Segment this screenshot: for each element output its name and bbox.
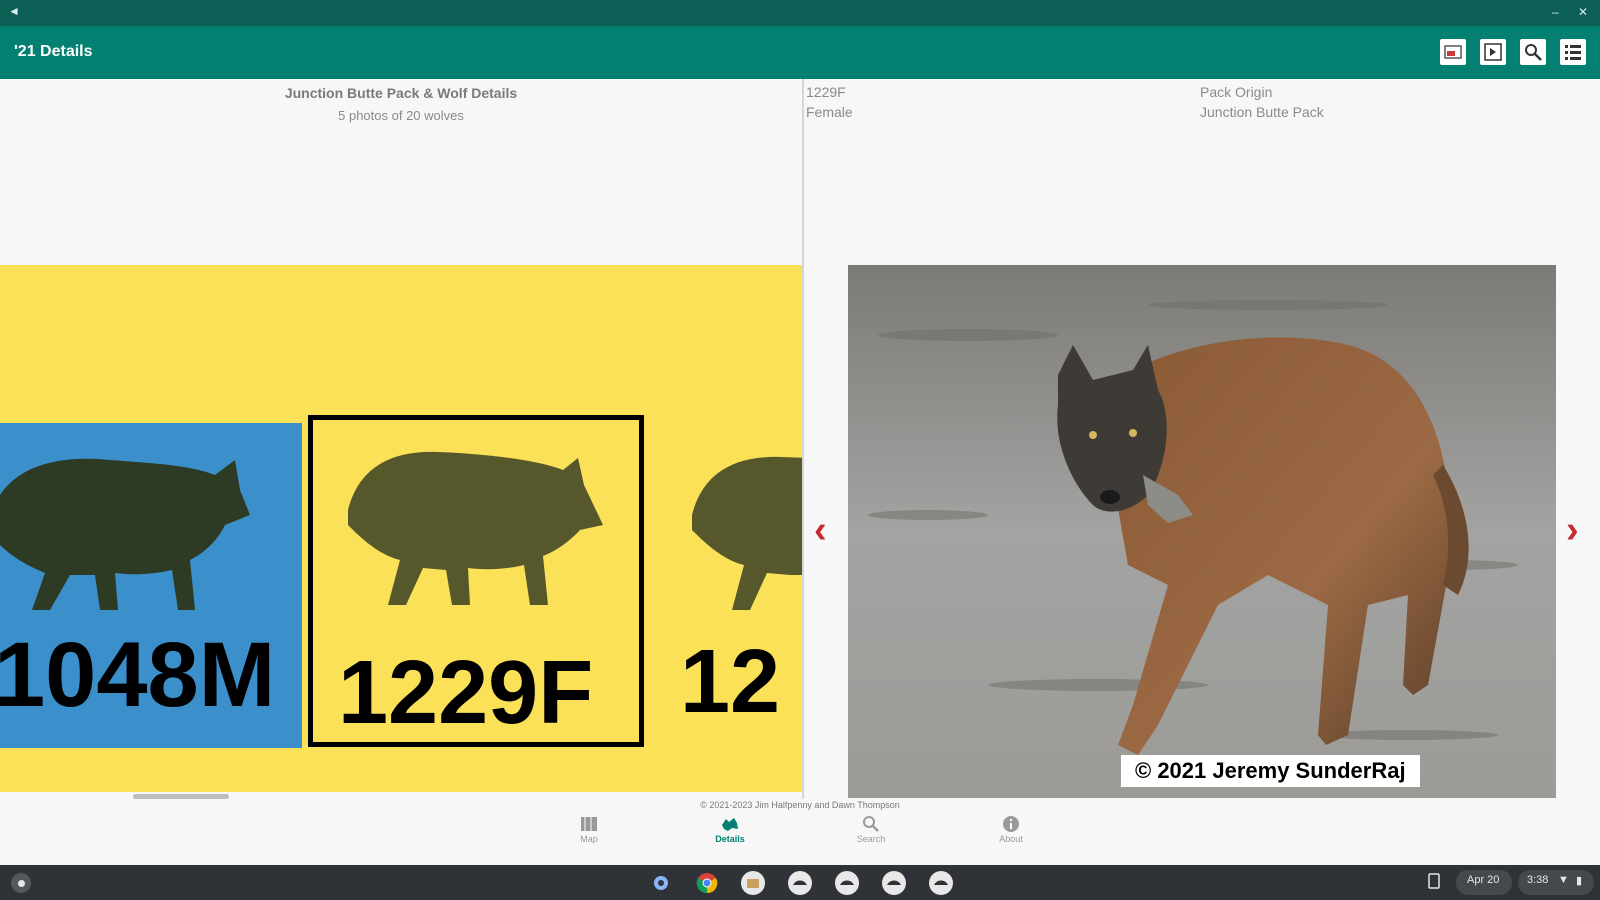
wolf-carousel[interactable]: 1048M 1229F 12 bbox=[0, 265, 802, 792]
wolf-photo bbox=[848, 265, 1556, 798]
close-icon[interactable]: ✕ bbox=[1578, 5, 1588, 19]
os-shelf: Apr 20 3:38 ▼ ▮ bbox=[0, 865, 1600, 900]
pack-origin-label: Pack Origin bbox=[1200, 84, 1273, 100]
pack-origin-value: Junction Butte Pack bbox=[1200, 104, 1324, 120]
slideshow-icon[interactable] bbox=[1480, 39, 1506, 65]
map-icon bbox=[581, 817, 597, 831]
nav-item-about[interactable]: About bbox=[971, 815, 1051, 844]
minimize-icon[interactable]: – bbox=[1552, 5, 1559, 19]
wolf-card-label: 1048M bbox=[0, 624, 276, 726]
nav-item-map[interactable]: Map bbox=[549, 815, 629, 844]
list-view-icon[interactable] bbox=[1560, 39, 1586, 65]
wolf-sex: Female bbox=[806, 104, 853, 120]
wolf-id: 1229F bbox=[806, 84, 846, 100]
search-icon bbox=[863, 816, 879, 832]
wolf-card-selected[interactable]: 1229F bbox=[308, 415, 644, 747]
carousel-scrollbar[interactable] bbox=[133, 794, 229, 799]
nav-label: About bbox=[999, 834, 1023, 844]
nav-item-search[interactable]: Search bbox=[831, 815, 911, 844]
tablet-mode-icon[interactable] bbox=[1428, 873, 1440, 892]
wolf-card[interactable]: 12 bbox=[672, 423, 802, 748]
nav-label: Map bbox=[580, 834, 598, 844]
wolf-card-label: 12 bbox=[680, 632, 781, 732]
window-titlebar: ◄ – ✕ bbox=[0, 0, 1600, 26]
next-photo-icon[interactable]: › bbox=[1566, 510, 1579, 550]
nav-label: Search bbox=[856, 834, 886, 844]
app-icon[interactable] bbox=[929, 871, 953, 895]
copyright-text: © 2021-2023 Jim Halfpenny and Dawn Thomp… bbox=[700, 800, 900, 810]
time-text: 3:38 bbox=[1527, 874, 1549, 886]
previous-photo-icon[interactable]: ‹ bbox=[814, 510, 827, 550]
photo-credit: © 2021 Jeremy SunderRaj bbox=[1121, 755, 1420, 787]
app-icon[interactable] bbox=[788, 871, 812, 895]
nav-label: Details bbox=[715, 834, 745, 844]
app-icon[interactable] bbox=[882, 871, 906, 895]
wifi-icon: ▼ bbox=[1558, 874, 1569, 886]
back-arrow-icon[interactable]: ◄ bbox=[8, 4, 20, 18]
settings-icon[interactable] bbox=[649, 871, 673, 895]
nav-item-details[interactable]: Details bbox=[690, 815, 770, 844]
chrome-icon[interactable] bbox=[695, 871, 719, 895]
launcher-icon[interactable] bbox=[11, 873, 31, 893]
app-bar: '21 Details bbox=[0, 26, 1600, 79]
panel-divider bbox=[802, 79, 804, 799]
pack-title: Junction Butte Pack & Wolf Details bbox=[284, 85, 518, 101]
wolf-card[interactable]: 1048M bbox=[0, 423, 302, 748]
info-icon bbox=[1003, 816, 1019, 832]
wolf-silhouette-icon bbox=[692, 456, 802, 610]
app-icon[interactable] bbox=[835, 871, 859, 895]
wolf-card-label: 1229F bbox=[338, 643, 594, 743]
battery-icon: ▮ bbox=[1576, 875, 1583, 887]
card-view-icon[interactable] bbox=[1440, 39, 1466, 65]
zoom-icon[interactable] bbox=[1520, 39, 1546, 65]
wolf-icon bbox=[722, 818, 738, 831]
wolf-silhouette-icon bbox=[348, 451, 603, 605]
photo-count: 5 photos of 20 wolves bbox=[338, 108, 464, 123]
wolf-silhouette-icon bbox=[0, 458, 250, 610]
date-text: Apr 20 bbox=[1467, 874, 1500, 886]
files-app-icon[interactable] bbox=[741, 871, 765, 895]
page-title: '21 Details bbox=[14, 43, 93, 60]
